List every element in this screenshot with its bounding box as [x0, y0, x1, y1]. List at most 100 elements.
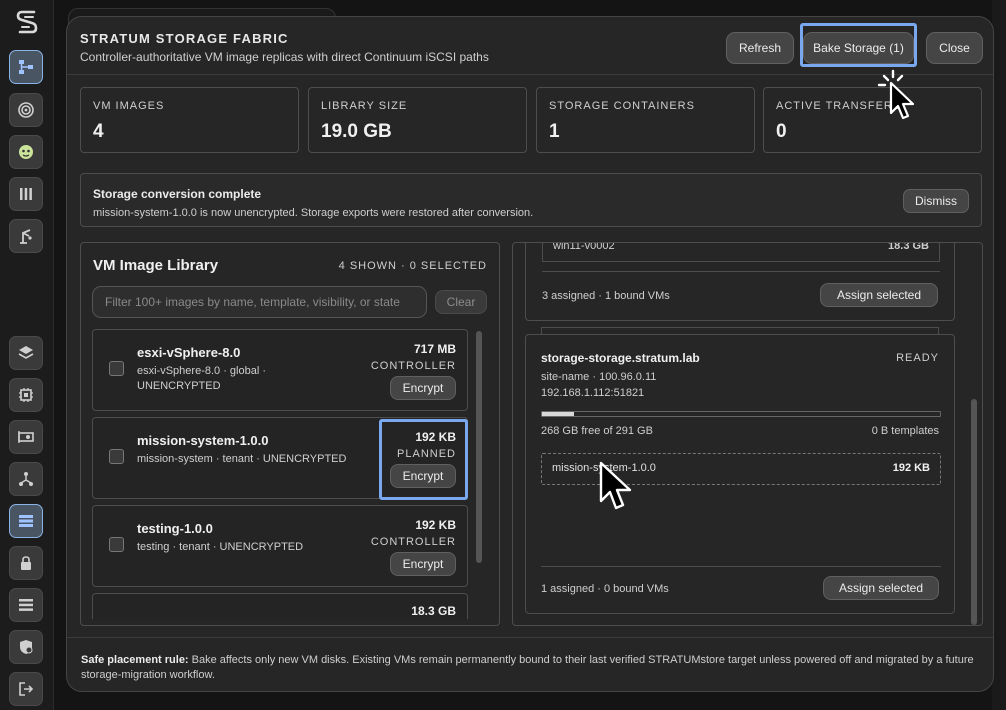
- modal-footer: Safe placement rule: Bake affects only n…: [67, 637, 993, 691]
- stat-value: 0: [776, 121, 787, 142]
- placement-rule-label: Safe placement rule:: [81, 654, 189, 666]
- image-status: CONTROLLER: [370, 360, 456, 372]
- image-checkbox[interactable]: [109, 449, 124, 464]
- storage-containers-panel: win11-v0002 18.3 GB 3 assigned · 1 bound…: [512, 242, 983, 626]
- chip-icon: [19, 388, 33, 402]
- sidebar-item-resources[interactable]: [9, 177, 43, 211]
- image-size: 192 KB: [415, 518, 456, 532]
- image-size: 717 MB: [413, 342, 456, 356]
- target-icon: [18, 102, 34, 118]
- assigned-image-name: mission-system-1.0.0: [552, 462, 656, 474]
- image-row-testing[interactable]: testing-1.0.0 testing · tenant · UNENCRY…: [92, 505, 468, 587]
- image-size: 18.3 GB: [411, 604, 456, 618]
- clear-filter-button[interactable]: Clear: [435, 290, 487, 314]
- stat-value: 19.0 GB: [321, 121, 392, 142]
- storage-address: 192.168.1.112:51821: [541, 387, 645, 399]
- placement-rule: Safe placement rule: Bake affects only n…: [81, 653, 981, 683]
- logout-icon: [19, 682, 34, 696]
- list-icon: [19, 599, 33, 611]
- sidebar-item-layers[interactable]: [9, 336, 43, 370]
- modal-subtitle: Controller-authoritative VM image replic…: [80, 50, 489, 64]
- bake-storage-button[interactable]: Bake Storage (1): [803, 32, 914, 64]
- sidebar-item-policy[interactable]: [9, 630, 43, 664]
- assign-selected-button[interactable]: Assign selected: [820, 283, 938, 307]
- sidebar-item-agents[interactable]: [9, 135, 43, 169]
- capacity-free: 268 GB free of 291 GB: [541, 425, 653, 437]
- storage-icon: [19, 515, 33, 527]
- assign-selected-button[interactable]: Assign selected: [823, 576, 939, 600]
- assigned-image-name: win11-v0002: [553, 242, 615, 252]
- notice-title: Storage conversion complete: [93, 187, 262, 201]
- divider: [542, 271, 940, 272]
- topology-icon: [19, 60, 33, 74]
- image-filter-input[interactable]: [92, 286, 427, 318]
- gpu-icon: [18, 431, 34, 443]
- refresh-button[interactable]: Refresh: [726, 32, 794, 64]
- stratum-logo-icon: [16, 10, 38, 34]
- image-name: esxi-vSphere-8.0: [137, 345, 241, 360]
- image-checkbox[interactable]: [109, 537, 124, 552]
- layers-icon: [18, 346, 34, 359]
- background-edge: [992, 0, 1006, 710]
- stat-label: ACTIVE TRANSFERS: [776, 100, 902, 112]
- sidebar-item-storage[interactable]: [9, 504, 43, 538]
- storage-card-previous: win11-v0002 18.3 GB 3 assigned · 1 bound…: [525, 242, 955, 321]
- stat-label: LIBRARY SIZE: [321, 100, 408, 112]
- encrypt-button[interactable]: Encrypt: [390, 376, 456, 400]
- capacity-bar-fill: [542, 412, 574, 416]
- close-button[interactable]: Close: [926, 32, 983, 64]
- stat-value: 1: [549, 121, 560, 142]
- storage-fabric-modal: STRATUM STORAGE FABRIC Controller-author…: [66, 16, 994, 692]
- storage-scrollbar[interactable]: [971, 399, 977, 625]
- modal-header: STRATUM STORAGE FABRIC Controller-author…: [67, 17, 993, 75]
- image-meta: mission-system · tenant · UNENCRYPTED: [137, 453, 347, 465]
- sidebar-item-network[interactable]: [9, 462, 43, 496]
- assigned-image-row[interactable]: mission-system-1.0.0 192 KB: [541, 453, 941, 485]
- storage-card-stratum-lab: storage-storage.stratum.lab READY site-n…: [525, 334, 955, 614]
- sidebar-item-gpu[interactable]: [9, 420, 43, 454]
- vm-image-library: VM Image Library 4 SHOWN · 0 SELECTED Cl…: [80, 242, 500, 626]
- capacity-bar: [541, 411, 941, 417]
- conversion-notice: Storage conversion complete mission-syst…: [80, 173, 982, 227]
- image-row-partial[interactable]: 18.3 GB: [92, 593, 468, 619]
- sidebar-item-topology[interactable]: [9, 50, 43, 84]
- storage-site: site-name · 100.96.0.11: [541, 371, 657, 383]
- sidebar-item-compute[interactable]: [9, 378, 43, 412]
- image-status: CONTROLLER: [370, 536, 456, 548]
- bars-icon: [20, 188, 32, 200]
- templates-size: 0 B templates: [871, 425, 939, 437]
- sidebar-item-security[interactable]: [9, 546, 43, 580]
- sidebar: [0, 0, 54, 710]
- app-root: STRATUM STORAGE FABRIC Controller-author…: [0, 0, 1006, 710]
- stat-storage-containers: STORAGE CONTAINERS 1: [536, 87, 755, 153]
- stat-label: STORAGE CONTAINERS: [549, 100, 695, 112]
- stat-value: 4: [93, 121, 104, 142]
- stat-label: VM IMAGES: [93, 100, 165, 112]
- crane-icon: [20, 229, 32, 244]
- dismiss-button[interactable]: Dismiss: [903, 189, 969, 213]
- sidebar-item-logout[interactable]: [9, 672, 43, 706]
- shield-icon: [20, 640, 33, 654]
- modal-title: STRATUM STORAGE FABRIC: [80, 31, 289, 46]
- status-badge: READY: [896, 352, 939, 364]
- network-icon: [19, 472, 33, 486]
- encrypt-button[interactable]: Encrypt: [390, 552, 456, 576]
- assigned-image-size: 18.3 GB: [888, 242, 929, 252]
- library-scrollbar[interactable]: [476, 331, 482, 563]
- sidebar-item-automation[interactable]: [9, 219, 43, 253]
- library-count: 4 SHOWN · 0 SELECTED: [338, 260, 487, 272]
- encrypt-highlight: [379, 419, 468, 500]
- image-name: testing-1.0.0: [137, 521, 213, 536]
- image-meta: testing · tenant · UNENCRYPTED: [137, 541, 304, 553]
- assigned-image-size: 192 KB: [892, 462, 930, 474]
- library-title: VM Image Library: [93, 257, 219, 274]
- image-row-esxi[interactable]: esxi-vSphere-8.0 esxi-vSphere-8.0 · glob…: [92, 329, 468, 411]
- divider: [541, 566, 941, 567]
- sidebar-item-target[interactable]: [9, 93, 43, 127]
- storage-title: storage-storage.stratum.lab: [541, 351, 700, 365]
- image-name: mission-system-1.0.0: [137, 433, 269, 448]
- sidebar-item-list[interactable]: [9, 588, 43, 622]
- image-row-mission-system[interactable]: mission-system-1.0.0 mission-system · te…: [92, 417, 468, 500]
- stat-active-transfers: ACTIVE TRANSFERS 0: [763, 87, 982, 153]
- image-checkbox[interactable]: [109, 361, 124, 376]
